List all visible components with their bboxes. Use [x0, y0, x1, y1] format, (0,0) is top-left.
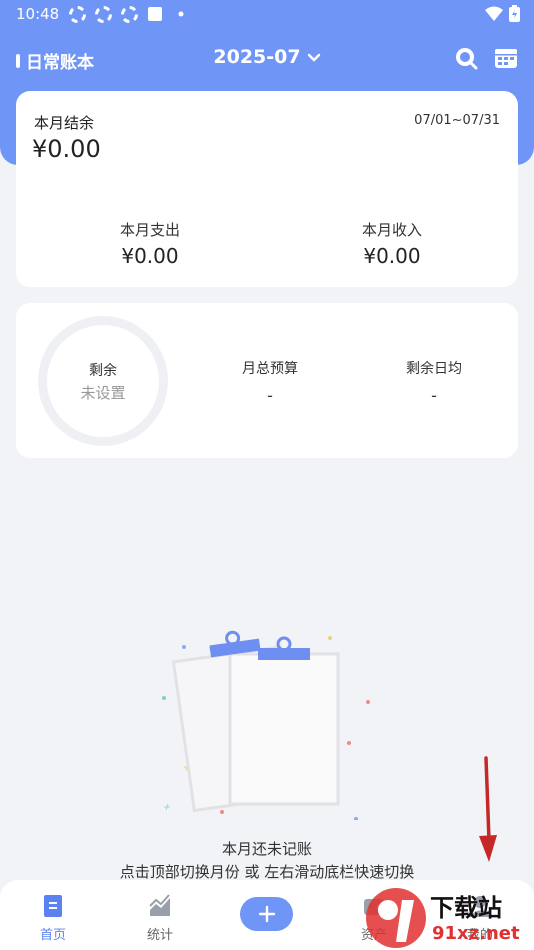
expense-label: 本月支出 — [119, 221, 180, 239]
watermark-text: 下载站 — [430, 894, 502, 922]
ring-label: 剩余 — [89, 362, 117, 379]
watermark-url: 91xz.net — [432, 923, 520, 944]
tab-home[interactable]: 首页 — [13, 894, 93, 943]
income-stat: 本月收入 ¥0.00 — [292, 219, 492, 268]
sync-icon — [120, 5, 138, 23]
daily-avg-stat: 剩余日均 - — [374, 358, 494, 405]
top-bar: 日常账本 2025-07 — [0, 38, 534, 78]
expense-stat: 本月支出 ¥0.00 — [50, 219, 250, 268]
income-value: ¥0.00 — [363, 244, 421, 268]
dot-icon — [172, 5, 190, 23]
search-icon[interactable] — [454, 46, 478, 70]
balance-label: 本月结余 — [34, 114, 95, 132]
sync-icon — [94, 5, 112, 23]
tab-stats[interactable]: 统计 — [120, 894, 200, 943]
square-icon — [146, 5, 164, 23]
chevron-down-icon — [307, 46, 321, 68]
ring-value: 未设置 — [80, 383, 126, 402]
empty-title: 本月还未记账 — [221, 840, 312, 858]
daily-avg-value: - — [431, 386, 437, 405]
date-range: 07/01~07/31 — [414, 113, 500, 128]
budget-ring: 剩余 未设置 — [38, 316, 168, 446]
annotation-arrow-icon — [479, 756, 497, 862]
income-label: 本月收入 — [361, 221, 422, 239]
tab-stats-label: 统计 — [146, 928, 173, 943]
sync-icon — [68, 5, 86, 23]
wifi-icon — [485, 6, 503, 26]
budget-card[interactable]: 剩余 未设置 月总预算 - 剩余日均 - — [16, 303, 518, 458]
monthly-budget-value: - — [267, 386, 273, 405]
home-doc-icon — [44, 895, 62, 917]
month-summary-card[interactable]: 本月结余 07/01~07/31 ¥0.00 本月支出 ¥0.00 本月收入 ¥… — [16, 91, 518, 287]
empty-clipboard-illustration — [162, 630, 370, 820]
calendar-icon[interactable] — [494, 46, 518, 70]
plus-icon — [258, 905, 275, 923]
daily-avg-label: 剩余日均 — [406, 361, 462, 377]
tab-home-label: 首页 — [39, 928, 66, 943]
add-record-button[interactable] — [240, 897, 293, 931]
status-time: 10:48 — [16, 5, 60, 23]
current-month: 2025-07 — [213, 46, 301, 68]
monthly-budget-label: 月总预算 — [242, 361, 298, 377]
expense-value: ¥0.00 — [121, 244, 179, 268]
battery-icon — [509, 5, 520, 26]
monthly-budget-stat: 月总预算 - — [210, 358, 330, 405]
notification-icons — [68, 5, 190, 23]
status-bar: 10:48 — [0, 0, 534, 30]
status-right — [485, 5, 520, 26]
chart-icon — [149, 894, 170, 916]
month-picker[interactable]: 2025-07 — [213, 46, 320, 68]
balance-value: ¥0.00 — [32, 135, 101, 163]
